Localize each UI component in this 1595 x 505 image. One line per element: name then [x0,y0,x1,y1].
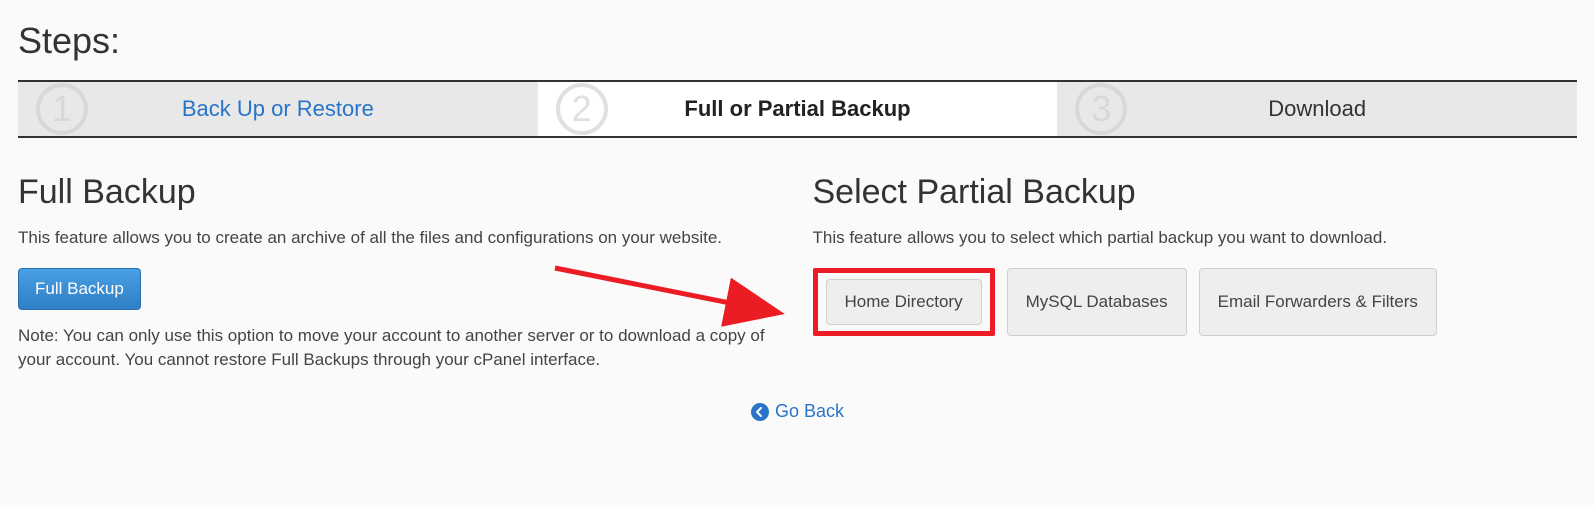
step-number-icon: 3 [1075,83,1127,135]
page-title: Steps: [18,20,1577,62]
step-3[interactable]: 3 Download [1057,82,1577,136]
steps-bar: 1 Back Up or Restore 2 Full or Partial B… [18,80,1577,138]
step-number-icon: 1 [36,83,88,135]
full-backup-title: Full Backup [18,173,783,212]
go-back-label: Go Back [775,401,844,422]
content-columns: Full Backup This feature allows you to c… [18,173,1577,371]
home-directory-button[interactable]: Home Directory [826,279,982,325]
partial-backup-title: Select Partial Backup [813,173,1578,212]
full-backup-desc: This feature allows you to create an arc… [18,226,783,250]
partial-backup-section: Select Partial Backup This feature allow… [813,173,1578,371]
email-forwarders-button[interactable]: Email Forwarders & Filters [1199,268,1437,336]
partial-backup-buttons: Home Directory MySQL Databases Email For… [813,268,1578,336]
annotation-highlight: Home Directory [813,268,995,336]
partial-backup-desc: This feature allows you to select which … [813,226,1578,250]
arrow-left-circle-icon [751,403,769,421]
step-number-icon: 2 [556,83,608,135]
full-backup-section: Full Backup This feature allows you to c… [18,173,783,371]
step-label: Full or Partial Backup [684,96,910,122]
go-back-link[interactable]: Go Back [751,401,844,422]
full-backup-button[interactable]: Full Backup [18,268,141,310]
step-1[interactable]: 1 Back Up or Restore [18,82,538,136]
step-label: Download [1268,96,1366,122]
full-backup-note: Note: You can only use this option to mo… [18,324,783,372]
go-back-container: Go Back [18,401,1577,422]
mysql-databases-button[interactable]: MySQL Databases [1007,268,1187,336]
step-label: Back Up or Restore [182,96,374,122]
step-2: 2 Full or Partial Backup [538,82,1058,136]
